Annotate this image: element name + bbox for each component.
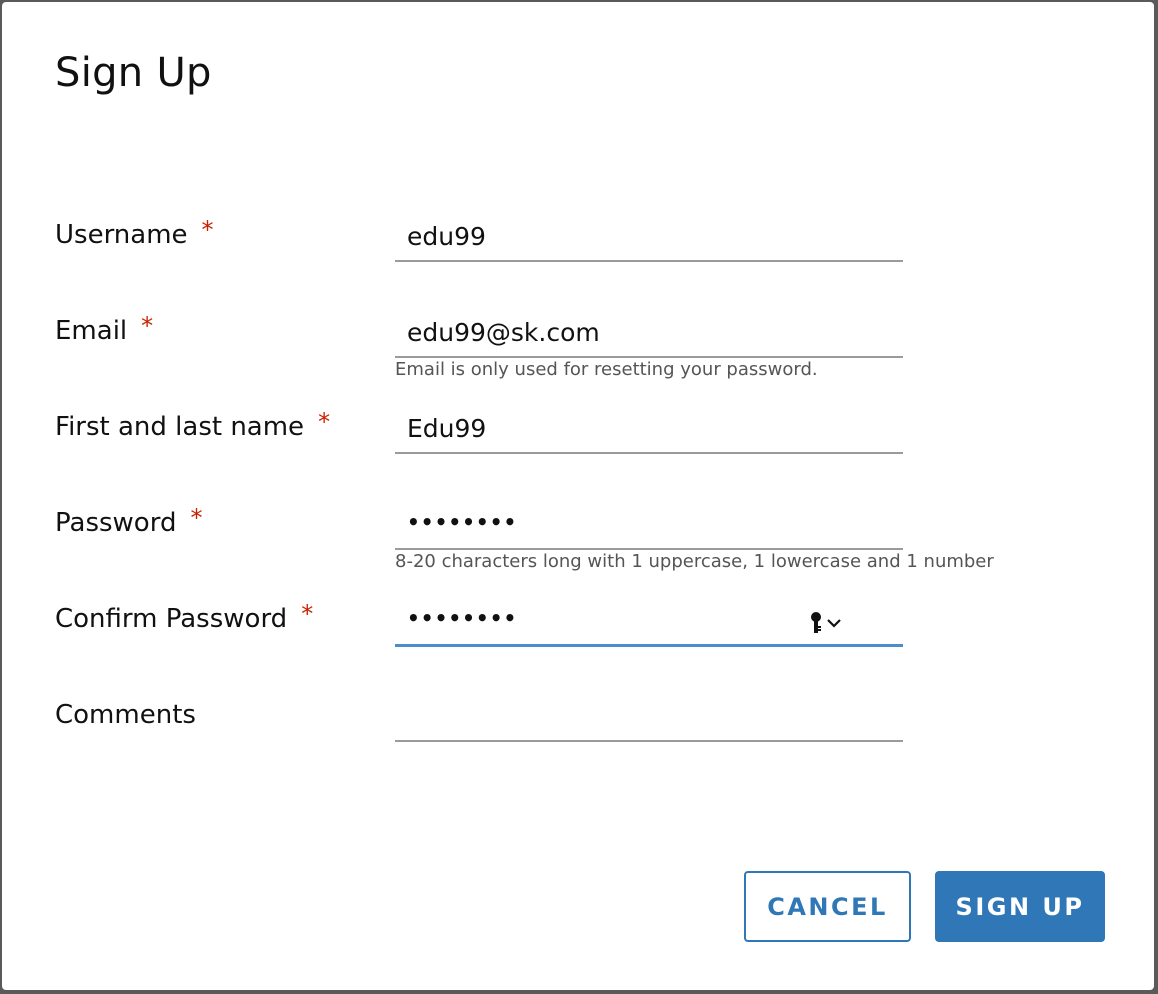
- confirm-password-masked-value: ••••••••: [407, 606, 518, 630]
- sign-up-button[interactable]: SIGN UP: [935, 871, 1105, 942]
- email-label-text: Email: [55, 316, 128, 346]
- password-label: Password *: [55, 504, 202, 538]
- sign-up-button-label: SIGN UP: [955, 892, 1085, 921]
- username-input[interactable]: edu99: [395, 220, 903, 262]
- required-marker: *: [190, 504, 203, 532]
- comments-input[interactable]: [395, 700, 903, 742]
- password-input[interactable]: ••••••••: [395, 508, 903, 550]
- email-value: edu99@sk.com: [407, 318, 600, 347]
- email-helper-text: Email is only used for resetting your pa…: [395, 359, 818, 380]
- confirm-password-label-text: Confirm Password: [55, 604, 288, 634]
- comments-label-text: Comments: [55, 700, 196, 730]
- fullname-value: Edu99: [407, 414, 487, 443]
- username-value: edu99: [407, 222, 486, 251]
- required-marker: *: [301, 600, 314, 628]
- confirm-password-label: Confirm Password *: [55, 600, 313, 634]
- required-marker: *: [318, 408, 331, 436]
- key-dropdown-icon[interactable]: [809, 610, 847, 636]
- signup-dialog: Sign Up Username * edu99 Email * edu99@sk.…: [2, 2, 1154, 990]
- fullname-label-text: First and last name: [55, 412, 305, 442]
- password-masked-value: ••••••••: [407, 510, 518, 534]
- password-helper-text: 8-20 characters long with 1 uppercase, 1…: [395, 551, 994, 572]
- confirm-password-input[interactable]: ••••••••: [395, 604, 903, 647]
- password-label-text: Password: [55, 508, 177, 538]
- email-label: Email *: [55, 312, 153, 346]
- cancel-button-label: CANCEL: [767, 892, 888, 921]
- username-label: Username *: [55, 216, 214, 250]
- username-label-text: Username: [55, 220, 188, 250]
- comments-label: Comments: [55, 700, 196, 730]
- required-marker: *: [201, 216, 214, 244]
- fullname-input[interactable]: Edu99: [395, 412, 903, 454]
- email-input[interactable]: edu99@sk.com: [395, 316, 903, 358]
- required-marker: *: [141, 312, 154, 340]
- dialog-title: Sign Up: [55, 50, 212, 96]
- cancel-button[interactable]: CANCEL: [744, 871, 911, 942]
- fullname-label: First and last name *: [55, 408, 330, 442]
